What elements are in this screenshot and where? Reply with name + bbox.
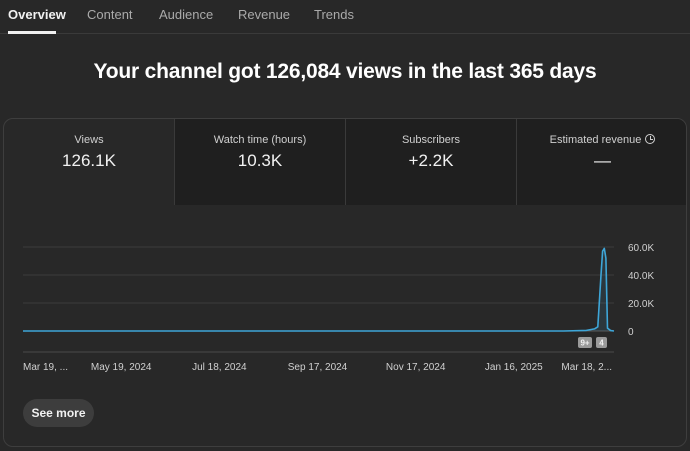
tab-revenue[interactable]: Revenue (238, 7, 290, 22)
analytics-tabs: Overview Content Audience Revenue Trends (0, 0, 690, 34)
x-tick-label: Nov 17, 2024 (386, 362, 446, 373)
y-tick-label: 60.0K (628, 243, 654, 254)
tab-overview[interactable]: Overview (8, 7, 66, 22)
views-line-chart: 0 20.0K 40.0K 60.0K Mar 19, ... May 19, 2024 J… (23, 243, 654, 373)
video-marker-label: 9+ (580, 339, 589, 348)
tab-trends[interactable]: Trends (314, 7, 354, 22)
series-area (23, 248, 614, 331)
tab-content[interactable]: Content (87, 7, 133, 22)
x-tick-label: Mar 18, 2... (561, 362, 612, 373)
video-marker-label: 4 (599, 339, 604, 348)
x-tick-label: Sep 17, 2024 (288, 362, 348, 373)
tab-audience[interactable]: Audience (159, 7, 213, 22)
series-line (23, 247, 615, 332)
y-tick-label: 0 (628, 327, 634, 338)
x-tick-label: May 19, 2024 (91, 362, 152, 373)
x-tick-label: Jul 18, 2024 (192, 362, 247, 373)
page-headline: Your channel got 126,084 views in the la… (93, 60, 597, 83)
active-tab-indicator (8, 31, 56, 34)
x-tick-label: Mar 19, ... (23, 362, 68, 373)
x-tick-label: Jan 16, 2025 (485, 362, 543, 373)
y-tick-label: 40.0K (628, 271, 654, 282)
y-tick-label: 20.0K (628, 299, 654, 310)
see-more-button[interactable]: See more (23, 399, 94, 427)
overview-card: Views 126.1K Watch time (hours) 10.3K Su… (3, 118, 687, 447)
